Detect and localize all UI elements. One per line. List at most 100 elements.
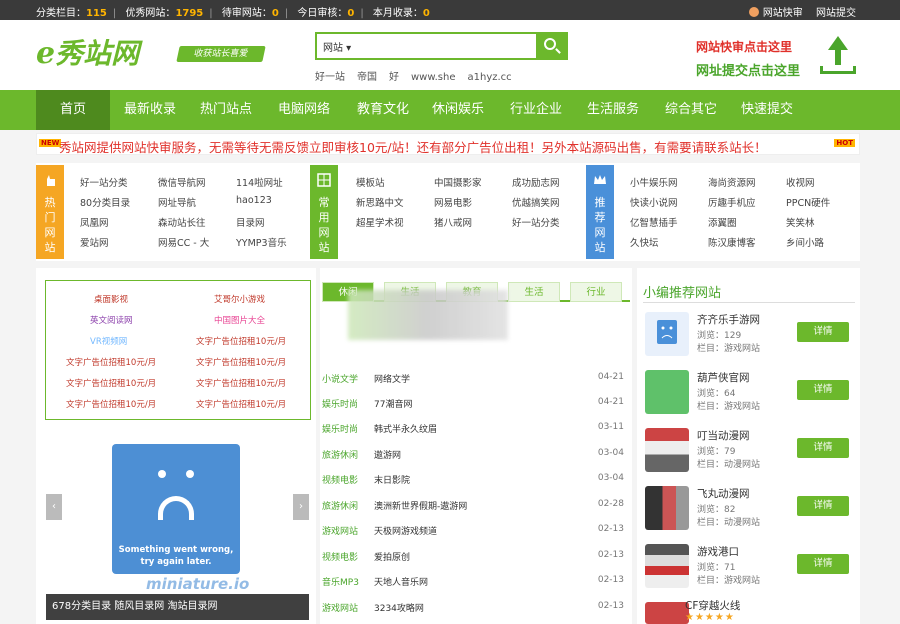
hot-link[interactable]: 好一站分类 <box>80 175 128 189</box>
tab-industry[interactable]: 行业 <box>570 282 622 302</box>
common-link[interactable]: 模板站 <box>356 175 385 189</box>
ad-link[interactable]: 英文阅读网 <box>90 314 133 326</box>
news-row[interactable]: 音乐MP3 天地人音乐网 02-13 <box>322 575 628 591</box>
ad-link[interactable]: 文字广告位招租10元/月 <box>196 377 286 389</box>
ad-link[interactable]: 文字广告位招租10元/月 <box>196 356 286 368</box>
hotword-link[interactable]: a1hyz.cc <box>468 72 512 83</box>
detail-button[interactable]: 详情 <box>797 496 849 516</box>
hot-link[interactable]: 网易CC - 大 <box>158 235 209 249</box>
recommend-link[interactable]: 小牛娱乐网 <box>630 175 678 189</box>
common-link[interactable]: 成功励志网 <box>512 175 560 189</box>
site-thumbnail[interactable] <box>645 602 689 624</box>
hot-link[interactable]: 爱站网 <box>80 235 109 249</box>
hot-link[interactable]: 网址导航 <box>158 195 196 209</box>
site-logo[interactable]: e秀站网 <box>36 36 160 72</box>
ad-link[interactable]: 文字广告位招租10元/月 <box>66 356 156 368</box>
hot-link[interactable]: hao123 <box>236 195 272 206</box>
news-row[interactable]: 小说文学 网络文学 04-21 <box>322 372 628 388</box>
recommend-link[interactable]: 陈汉康博客 <box>708 235 756 249</box>
news-row[interactable]: 旅游休闲 澳洲新世界假期-遨游网 02-28 <box>322 499 628 515</box>
notice-text[interactable]: 秀站网提供网站快审服务，无需等待无需反馈立即审核10元/站！还有部分广告位出租！… <box>59 137 767 156</box>
recommend-link[interactable]: 笑笑林 <box>786 215 815 229</box>
hot-link[interactable]: YYMP3音乐 <box>236 235 287 249</box>
hot-link[interactable]: 微信导航网 <box>158 175 206 189</box>
ad-link[interactable]: 文字广告位招租10元/月 <box>66 398 156 410</box>
nav-education[interactable]: 教育文化 <box>346 90 420 130</box>
site-name[interactable]: 葫芦侠官网 <box>697 370 750 385</box>
recommend-link[interactable]: 快读小说网 <box>630 195 678 209</box>
ad-link[interactable]: 文字广告位招租10元/月 <box>196 335 286 347</box>
ad-link[interactable]: 文字广告位招租10元/月 <box>196 398 286 410</box>
news-row[interactable]: 视频电影 爱拍原创 02-13 <box>322 550 628 566</box>
hot-link[interactable]: 凤凰网 <box>80 215 109 229</box>
ad-link[interactable]: 中国图片大全 <box>214 314 265 326</box>
search-button[interactable] <box>536 34 566 58</box>
nav-industry[interactable]: 行业企业 <box>500 90 572 130</box>
news-row[interactable]: 游戏网站 天极网游戏频道 02-13 <box>322 524 628 540</box>
nav-home[interactable]: 首页 <box>36 90 110 130</box>
submit-site-link[interactable]: 网站提交 <box>816 8 856 19</box>
site-thumbnail[interactable] <box>645 312 689 356</box>
ad-link[interactable]: 文字广告位招租10元/月 <box>66 377 156 389</box>
slider-prev-button[interactable]: ‹ <box>46 494 62 520</box>
common-link[interactable]: 猪八戒网 <box>434 215 472 229</box>
site-name[interactable]: 齐齐乐手游网 <box>697 312 760 327</box>
site-name[interactable]: 飞丸动漫网 <box>697 486 750 501</box>
hotword-link[interactable]: 好 <box>389 72 399 83</box>
detail-button[interactable]: 详情 <box>797 554 849 574</box>
nav-life[interactable]: 生活服务 <box>578 90 648 130</box>
slider-caption[interactable]: 678分类目录 随风目录网 淘站目录网 <box>46 594 309 620</box>
nav-other[interactable]: 综合其它 <box>656 90 726 130</box>
news-row[interactable]: 娱乐时尚 77潮音网 04-21 <box>322 397 628 413</box>
slider-next-button[interactable]: › <box>293 494 309 520</box>
site-thumbnail[interactable] <box>645 544 689 588</box>
fast-review-link[interactable]: 网站快审 <box>748 7 803 19</box>
news-row[interactable]: 娱乐时尚 韩式半永久纹眉 03-11 <box>322 422 628 438</box>
hot-link[interactable]: 目录网 <box>236 215 265 229</box>
news-row[interactable]: 游戏网站 3234攻略网 02-13 <box>322 601 628 617</box>
search-type-select[interactable]: 网站 ▾ <box>323 39 351 54</box>
hot-link[interactable]: 114啦网址 <box>236 175 283 189</box>
recommend-link[interactable]: 海尚资源网 <box>708 175 756 189</box>
site-thumbnail[interactable] <box>645 428 689 472</box>
ad-link[interactable]: 艾哥尔小游戏 <box>214 293 265 305</box>
hotword-link[interactable]: 好一站 <box>315 72 345 83</box>
nav-submit[interactable]: 快速提交 <box>732 90 802 130</box>
ad-link[interactable]: VR视频网 <box>90 335 127 347</box>
common-link[interactable]: 好一站分类 <box>512 215 560 229</box>
quick-submit-ad[interactable]: 网站快审点击这里 网址提交点击这里 <box>696 34 866 80</box>
site-thumbnail[interactable] <box>645 370 689 414</box>
recommend-link[interactable]: 亿智慧插手 <box>630 215 678 229</box>
nav-leisure[interactable]: 休闲娱乐 <box>424 90 492 130</box>
detail-button[interactable]: 详情 <box>797 380 849 400</box>
hot-link[interactable]: 森动站长往 <box>158 215 206 229</box>
recommend-link[interactable]: 久快坛 <box>630 235 659 249</box>
site-name[interactable]: 叮当动漫网 <box>697 428 750 443</box>
recommend-link[interactable]: 添翼圈 <box>708 215 737 229</box>
nav-hot[interactable]: 热门站点 <box>190 90 262 130</box>
search-input[interactable] <box>373 36 533 56</box>
common-link[interactable]: 新思路中文 <box>356 195 404 209</box>
tab-life-2[interactable]: 生活 <box>508 282 560 302</box>
hotword-link[interactable]: www.she <box>411 72 456 83</box>
hotword-link[interactable]: 帝国 <box>357 72 377 83</box>
recommend-link[interactable]: PPCN硬件 <box>786 195 830 209</box>
news-row[interactable]: 旅游休闲 遨游网 03-04 <box>322 448 628 464</box>
common-link[interactable]: 优越搞笑网 <box>512 195 560 209</box>
site-name[interactable]: 游戏港口 <box>697 544 739 559</box>
site-name[interactable]: CF穿越火线 <box>685 598 740 613</box>
recommend-link[interactable]: 厉趣手机应 <box>708 195 756 209</box>
detail-button[interactable]: 详情 <box>797 322 849 342</box>
common-link[interactable]: 超星学术视 <box>356 215 404 229</box>
recommend-link[interactable]: 收视网 <box>786 175 815 189</box>
site-thumbnail[interactable] <box>645 486 689 530</box>
hot-link[interactable]: 80分类目录 <box>80 195 130 209</box>
nav-latest[interactable]: 最新收录 <box>114 90 186 130</box>
common-link[interactable]: 中国摄影家 <box>434 175 482 189</box>
news-row[interactable]: 视频电影 末日影院 03-04 <box>322 473 628 489</box>
ad-link[interactable]: 桌面影视 <box>94 293 128 305</box>
recommend-link[interactable]: 乡间小路 <box>786 235 824 249</box>
nav-computer[interactable]: 电脑网络 <box>266 90 342 130</box>
common-link[interactable]: 网易电影 <box>434 195 472 209</box>
detail-button[interactable]: 详情 <box>797 438 849 458</box>
